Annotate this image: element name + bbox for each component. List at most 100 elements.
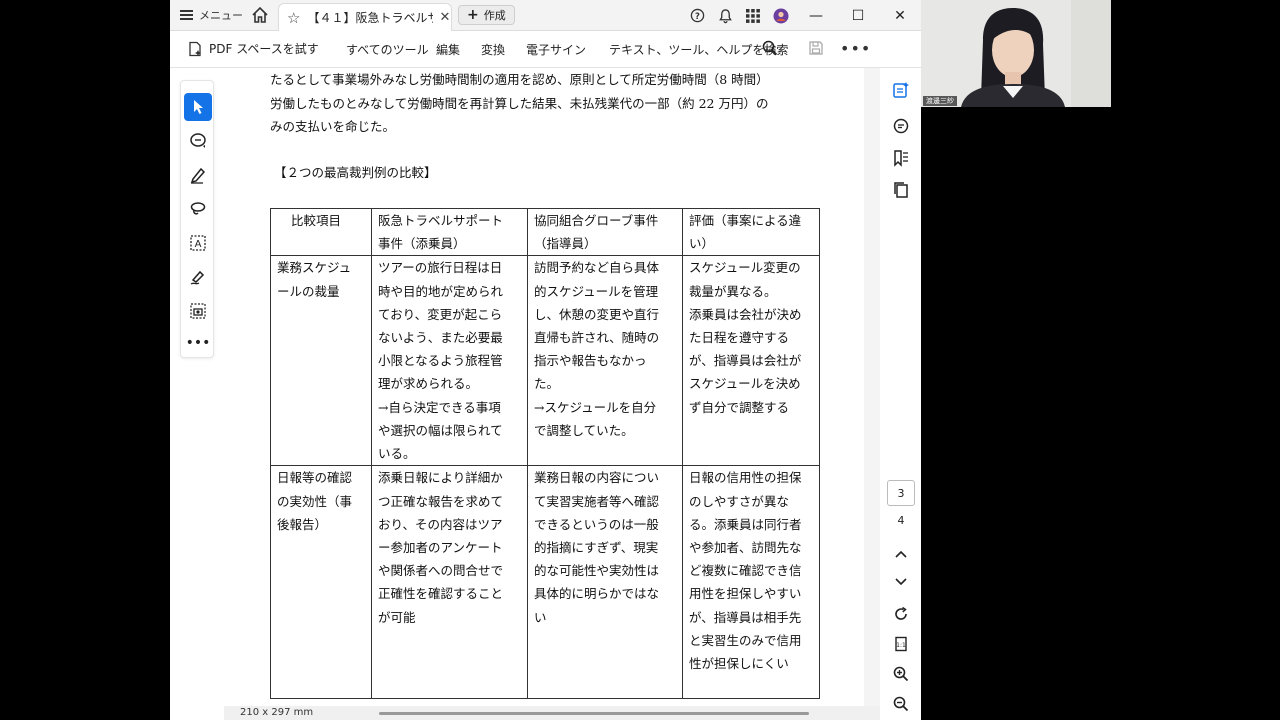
cursor-icon [194,100,203,114]
comments-panel-icon[interactable] [891,116,911,136]
header-cell: 比較項目 [270,207,372,257]
cell-line: 協同組合グローブ事件 [534,213,659,228]
select-tool[interactable] [184,93,212,121]
lasso-icon [190,202,206,215]
cell-line: 指示や報告もなかっ [534,353,647,369]
section-heading: 【２つの最高裁判例の比較】 [274,165,437,180]
cell-line: 的スケジュールを管理 [534,283,659,299]
cell-line: ールの裁量 [277,283,340,299]
cell-line: 日報の信用性の担保 [689,470,802,486]
cell-line: →スケジュールを自分 [534,399,657,415]
cell-line: 比較項目 [291,213,342,228]
cell-line: や参加者、訪問先な [689,540,802,556]
home-icon[interactable] [250,5,270,25]
more-options-icon[interactable]: ••• [840,39,871,58]
left-tool-rail: A ••• [180,80,214,358]
ai-assistant-icon[interactable] [891,80,911,100]
rotate-icon[interactable] [891,604,911,624]
text-tool[interactable]: A [184,229,212,257]
user-avatar[interactable] [767,0,795,31]
pdf-spaces-button[interactable]: PDF スペースを試す [187,40,319,57]
edit-button[interactable]: 編集 [436,41,460,58]
search-icon[interactable] [762,40,778,56]
cell-line: 理が求められる。 [378,376,479,392]
fit-page-icon[interactable]: 1:1 [891,634,911,654]
close-tab-icon[interactable]: ✕ [439,10,450,25]
chevron-down-icon[interactable] [891,572,911,592]
table-cell: 日報の信用性の担保 のしやすさが異な る。添乗員は同行者 や参加者、訪問先な ど… [682,465,820,700]
acrobat-window: メニュー ☆ 【４１】阪急トラベルサ... ✕ + 作成 ? — [170,0,921,720]
comparison-table: 比較項目 阪急トラベルサポート 事件（添乗員） 協同組合グローブ事件 （指導員） 評… [270,207,820,700]
cell-line: ツアーの旅行日程は日 [378,260,503,276]
copy-pages-icon[interactable] [891,180,911,200]
document-tab[interactable]: ☆ 【４１】阪急トラベルサ... ✕ [278,3,452,31]
svg-text:?: ? [695,11,700,21]
cell-line: 的指摘にすぎず、現実 [534,540,659,556]
esign-button[interactable]: 電子サイン [526,41,586,58]
svg-text:A: A [195,239,202,250]
create-button[interactable]: + 作成 [458,5,515,25]
cell-line: が、指導員は会社が [689,353,802,369]
table-cell: スケジュール変更の 裁量が異なる。 添乗員は会社が決め た日程を遵守する が、指… [682,255,820,467]
sign-pen-icon [190,270,205,285]
document-viewport[interactable]: たるとして事業場外みなし労働時間制の適用を認め、原則として所定労働時間（8 時間… [224,68,880,706]
menu-button[interactable]: メニュー [180,6,243,24]
horizontal-scrollbar[interactable] [379,712,809,715]
cell-line: 裁量が異なる。 [689,283,777,299]
minimize-button[interactable]: — [795,0,837,31]
cell-line: 小限となるよう旅程管 [378,353,503,369]
cell-line: い [534,609,547,625]
table-header-row: 比較項目 阪急トラベルサポート 事件（添乗員） 協同組合グローブ事件 （指導員） 評… [270,207,820,257]
apps-grid-icon[interactable] [739,0,767,31]
bookmark-icon[interactable] [891,148,911,168]
paragraph-line: たるとして事業場外みなし労働時間制の適用を認め、原則として所定労働時間（8 時間… [270,72,769,87]
convert-button[interactable]: 変換 [481,41,505,58]
cell-line: 正確性を確認すること [378,586,504,602]
all-tools-button[interactable]: すべてのツール [346,41,429,58]
snapshot-tool[interactable] [184,297,212,325]
status-bar: 210 x 297 mm [224,706,880,720]
cell-line: 業務日報の内容につい [534,470,660,486]
zoom-out-icon[interactable] [891,694,911,714]
cell-line: ー参加者のアンケート [378,540,503,556]
cell-line: 時や目的地が定められ [378,283,504,299]
header-cell: 評価（事案による違 い） [682,207,820,257]
chevron-up-icon[interactable] [891,544,911,564]
current-page-input[interactable]: 3 [887,480,915,506]
save-icon[interactable] [808,40,824,56]
help-icon[interactable]: ? [683,0,711,31]
bell-icon[interactable] [711,0,739,31]
cell-line: る。添乗員は同行者 [689,516,802,532]
text-box-icon: A [190,235,206,251]
close-window-button[interactable]: ✕ [879,0,921,31]
cell-line: と実習生のみで信用 [689,632,802,648]
svg-text:1:1: 1:1 [896,642,906,649]
cell-line: た日程を遵守する [689,330,790,346]
more-tools-button[interactable]: ••• [184,329,212,357]
draw-tool[interactable] [184,195,212,223]
table-row: 日報等の確認 の実効性（事 後報告） 添乗日報により詳細か つ正確な報告を求めて… [270,465,820,700]
cell-line: （指導員） [534,236,597,252]
titlebar-right: ? — ☐ ✕ [683,0,921,31]
cell-line: ないよう、また必要最 [378,330,503,346]
comment-tool[interactable] [184,127,212,155]
cell-line: の実効性（事 [277,493,353,509]
zoom-in-icon[interactable] [891,664,911,684]
tab-title: 【４１】阪急トラベルサ... [307,11,433,25]
cell-line: のしやすさが異な [689,493,789,509]
sign-tool[interactable] [184,263,212,291]
hamburger-icon [180,10,193,20]
highlight-tool[interactable] [184,161,212,189]
pdf-page: たるとして事業場外みなし労働時間制の適用を認め、原則として所定労働時間（8 時間… [224,68,864,706]
participant-name: 渡邊三紗 [923,96,957,106]
presenter-video [921,0,1111,107]
cell-line: ど複数に確認でき信 [689,563,802,579]
maximize-button[interactable]: ☐ [837,0,879,31]
cell-line: 評価（事案による違 [689,213,802,228]
cell-line: 訪問予約など自ら具体 [534,260,660,276]
star-icon[interactable]: ☆ [287,9,300,27]
plus-icon: + [467,7,479,23]
ellipsis-icon: ••• [185,335,211,351]
cell-line: し、休憩の変更や直行 [534,306,660,322]
table-cell: 業務スケジュ ールの裁量 [270,255,372,467]
